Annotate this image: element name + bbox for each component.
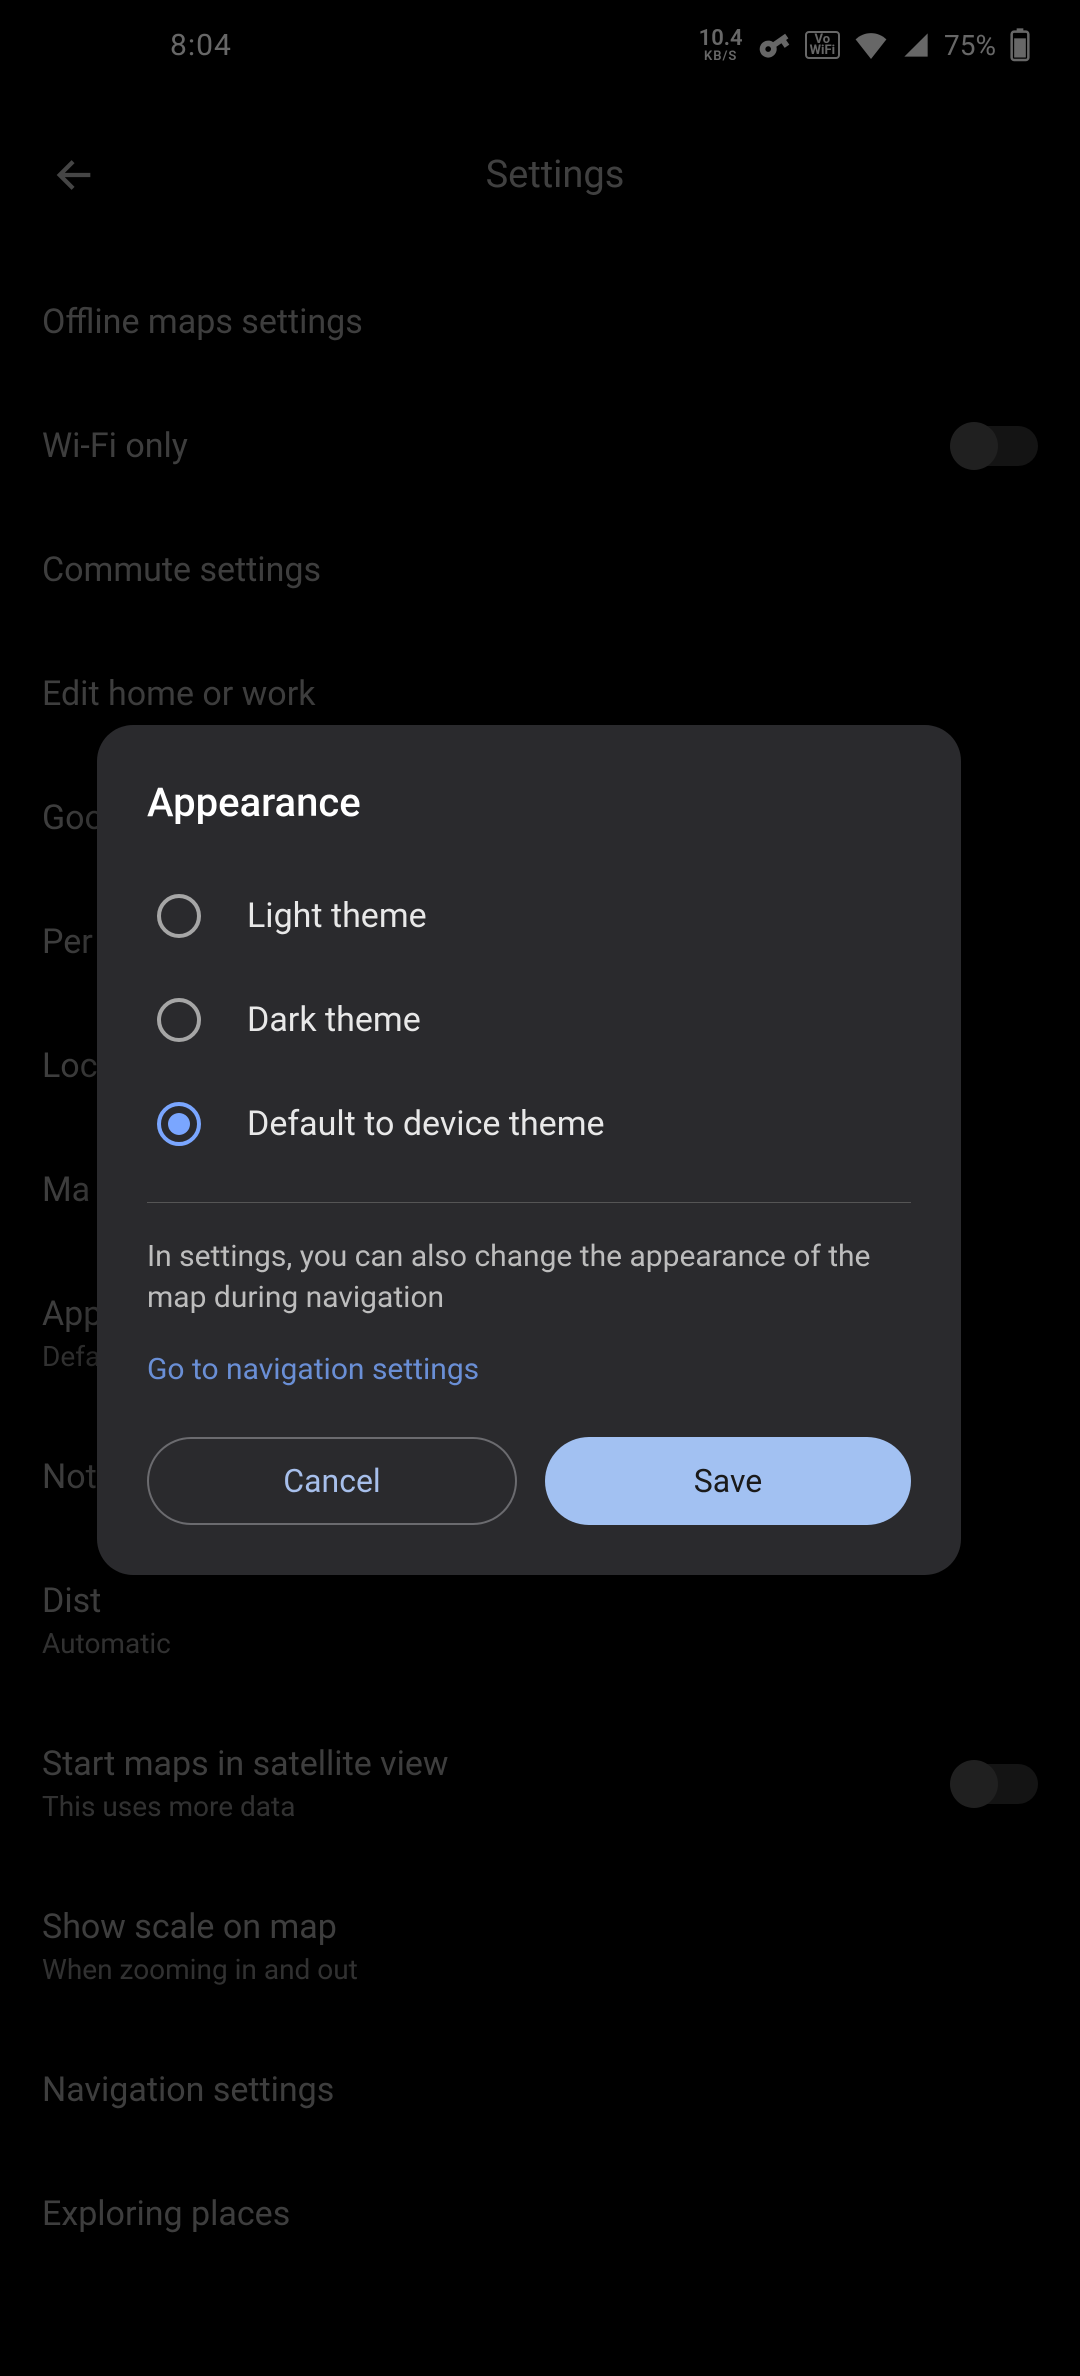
dialog-note: In settings, you can also change the app… <box>147 1237 911 1318</box>
navigation-settings-link[interactable]: Go to navigation settings <box>147 1352 479 1387</box>
dialog-title: Appearance <box>147 779 911 826</box>
save-button[interactable]: Save <box>545 1437 911 1525</box>
appearance-dialog: Appearance Light theme Dark theme Default … <box>97 725 961 1575</box>
radio-label: Light theme <box>247 896 427 936</box>
radio-label: Default to device theme <box>247 1104 605 1144</box>
appearance-option[interactable]: Light theme <box>147 864 911 968</box>
dialog-actions: Cancel Save <box>147 1437 911 1525</box>
dialog-divider <box>147 1202 911 1203</box>
cancel-button[interactable]: Cancel <box>147 1437 517 1525</box>
radio-inner-dot <box>168 1113 190 1135</box>
radio-label: Dark theme <box>247 1000 421 1040</box>
radio-unselected-icon[interactable] <box>157 998 201 1042</box>
radio-selected-icon[interactable] <box>157 1102 201 1146</box>
appearance-option[interactable]: Default to device theme <box>147 1072 911 1176</box>
appearance-option[interactable]: Dark theme <box>147 968 911 1072</box>
radio-unselected-icon[interactable] <box>157 894 201 938</box>
